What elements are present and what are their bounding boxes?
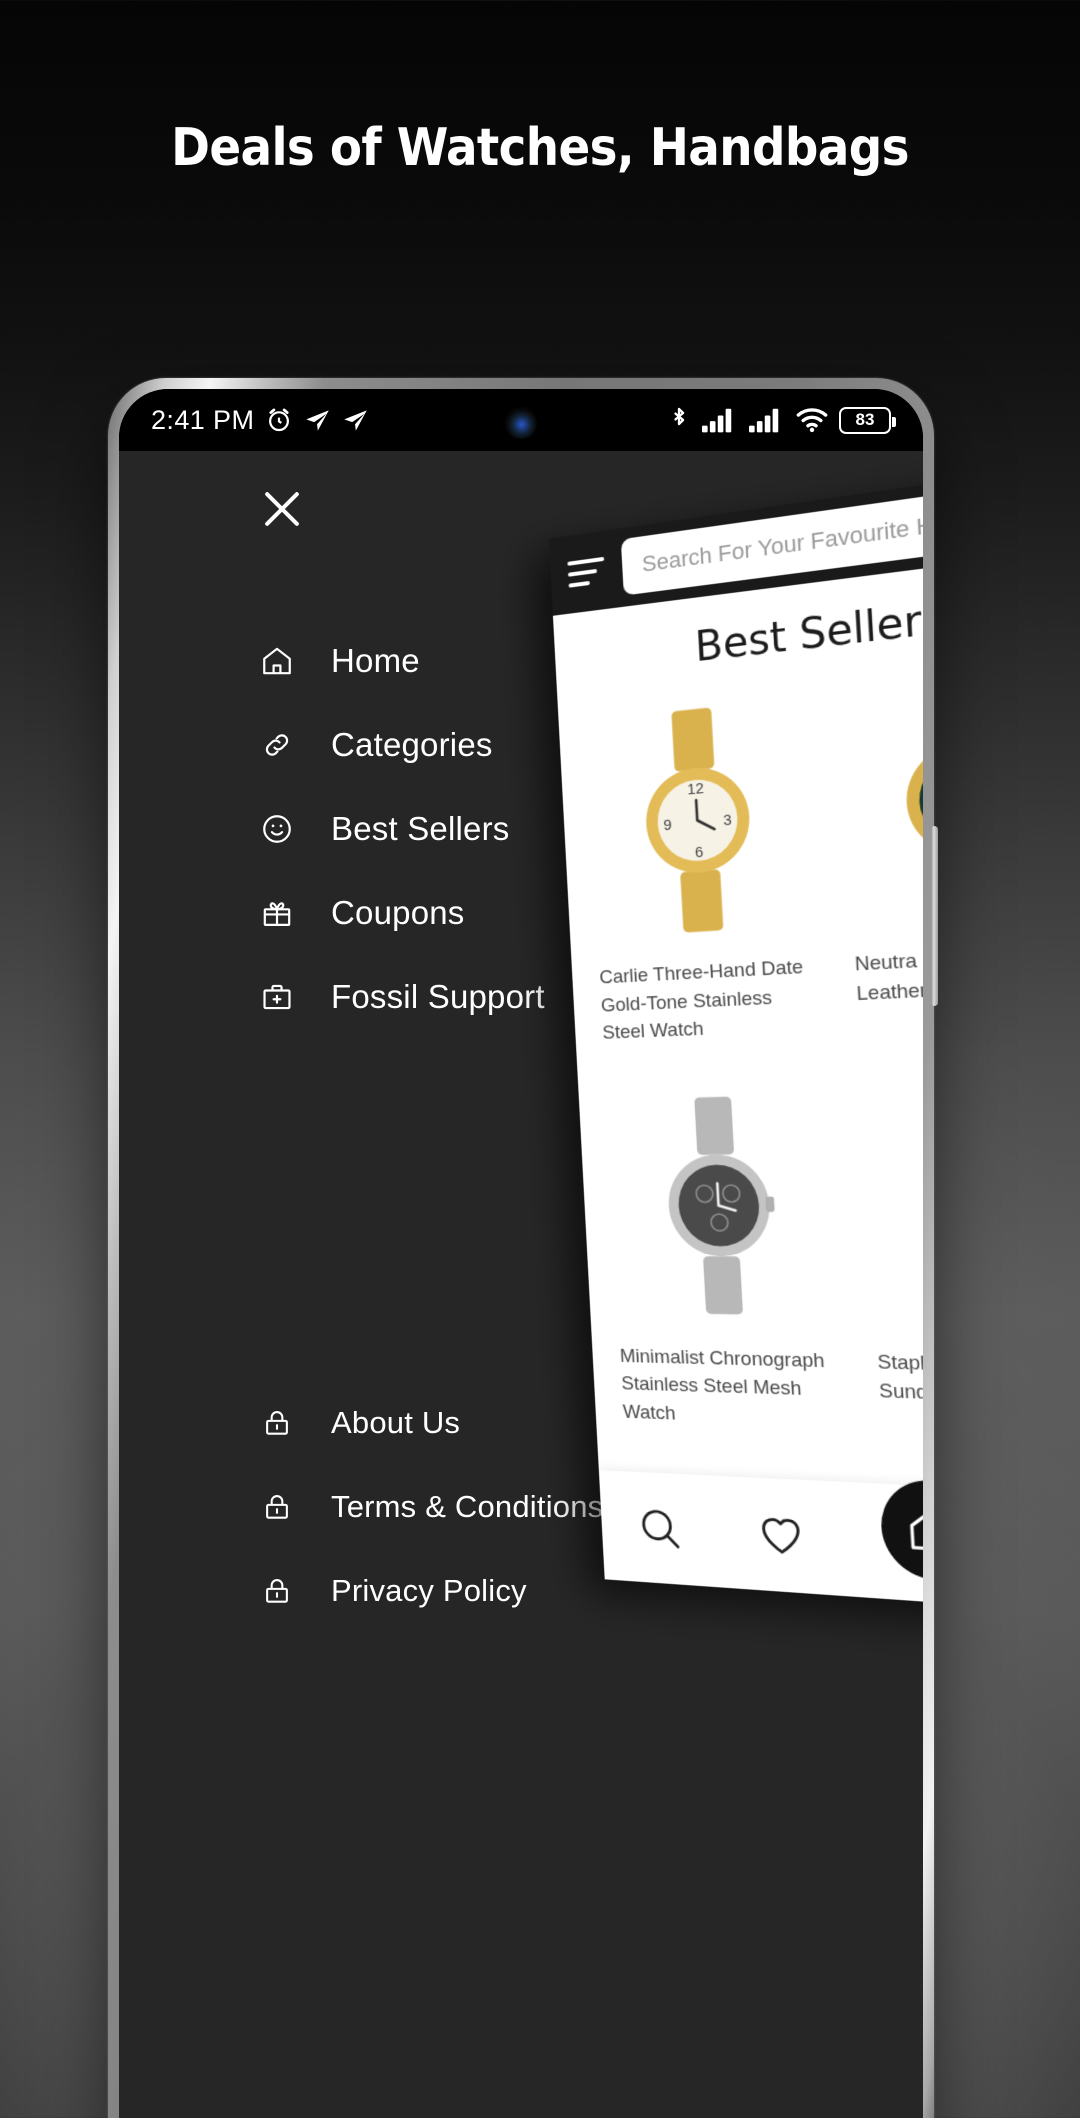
signal-bars-icon [702, 407, 738, 433]
sidebar-item-label: Home [331, 642, 420, 679]
product-thumbnail [861, 1064, 923, 1342]
telegram-send-icon [304, 407, 331, 434]
sidebar-item-label: Privacy Policy [331, 1573, 527, 1608]
product-thumbnail [605, 1073, 837, 1337]
sidebar-item-label: Fossil Support [331, 978, 545, 1015]
sidebar-item-label: About Us [331, 1405, 461, 1440]
close-icon[interactable] [259, 486, 305, 532]
svg-text:6: 6 [694, 844, 703, 861]
wifi-icon [796, 407, 828, 433]
sidebar-item-label: Best Sellers [331, 810, 510, 847]
status-bar-right: 83 [667, 406, 896, 434]
phone-side-button[interactable] [931, 826, 938, 1006]
product-name: Staple X Fossil Nate Sundial Silicone Wa… [876, 1351, 923, 1410]
gift-icon [259, 895, 295, 931]
home-icon[interactable] [878, 1478, 923, 1584]
battery-icon: 83 [839, 406, 896, 434]
status-bar-left: 2:41 PM [151, 405, 369, 436]
product-card[interactable]: Minimalist Chronograph Stainless Steel M… [587, 1062, 864, 1459]
product-name: Neutra Chronograph Eco Leather Watch [854, 941, 923, 1005]
home-icon [259, 643, 295, 679]
smiley-icon [259, 811, 295, 847]
battery-percent-label: 83 [855, 410, 875, 429]
link-icon [259, 727, 295, 763]
product-name: Carlie Three-Hand Date Gold-Tone Stainle… [598, 956, 804, 1044]
sidebar-item-label: Categories [331, 726, 493, 763]
search-icon[interactable] [636, 1503, 684, 1553]
alarm-clock-icon [265, 406, 293, 434]
lock-icon [259, 1573, 295, 1609]
phone-mockup: 2:41 PM 83 Home Categories Best Sellers … [108, 378, 938, 2118]
telegram-send-icon [342, 407, 369, 434]
sidebar-item-label: Coupons [331, 894, 465, 931]
first-aid-kit-icon [259, 979, 295, 1015]
sidebar-item-label: Terms & Conditions [331, 1489, 604, 1524]
bluetooth-icon [667, 406, 691, 434]
svg-text:9: 9 [663, 817, 672, 834]
app-screen: Home Categories Best Sellers Coupons Fos… [119, 451, 923, 2118]
hamburger-menu-icon[interactable] [567, 555, 607, 590]
phone-screen: 2:41 PM 83 Home Categories Best Sellers … [119, 389, 923, 2118]
status-bar-clock: 2:41 PM [151, 404, 255, 435]
signal-bars-icon [749, 407, 785, 433]
page-title: Deals of Watches, Handbags [171, 118, 909, 178]
lock-icon [259, 1489, 295, 1525]
svg-text:12: 12 [687, 780, 705, 798]
product-thumbnail [839, 651, 923, 940]
heart-icon[interactable] [756, 1510, 807, 1561]
product-grid: 12 3 6 9 Carlie Three-Hand Date Gold-Ton… [557, 636, 923, 1471]
product-thumbnail: 12 3 6 9 [585, 681, 815, 955]
status-bar: 2:41 PM 83 [119, 389, 923, 451]
app-preview-content: Search For Your Favourite Here Best Sell… [548, 459, 923, 1619]
product-name: Minimalist Chronograph Stainless Steel M… [619, 1345, 826, 1425]
product-card[interactable]: 12 3 6 9 Carlie Three-Hand Date Gold-Ton… [567, 668, 841, 1070]
app-preview-card[interactable]: Search For Your Favourite Here Best Sell… [548, 459, 923, 1619]
lock-icon [259, 1405, 295, 1441]
front-camera-punch-hole [505, 407, 537, 439]
svg-text:3: 3 [723, 812, 732, 829]
